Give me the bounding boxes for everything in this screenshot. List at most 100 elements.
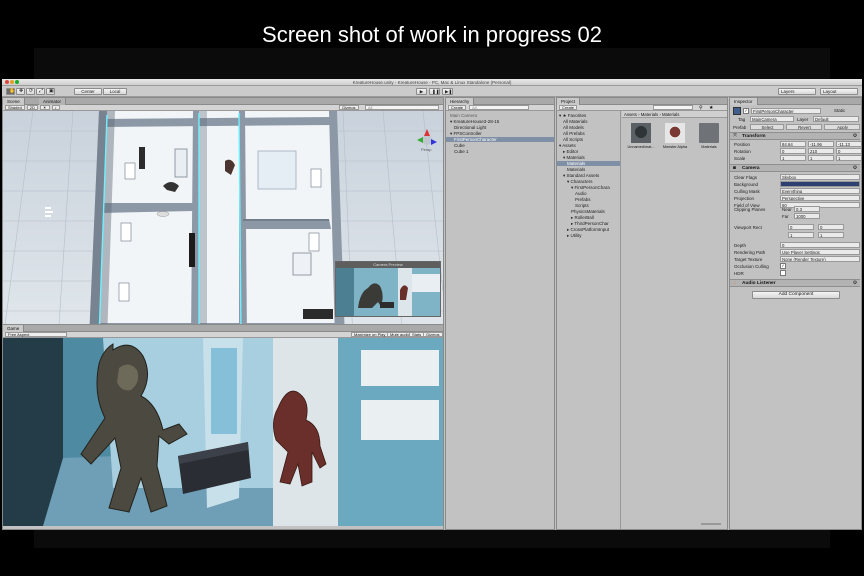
near-field[interactable]: 0.3 (794, 206, 820, 212)
stats-toggle[interactable]: Stats (409, 332, 425, 337)
position-x-field[interactable]: 84.64 (780, 141, 806, 147)
object-name-field[interactable]: FirstPersonCharacter (751, 108, 821, 114)
rotation-z-field[interactable]: 0 (836, 148, 861, 154)
tab-hierarchy[interactable]: Hierarchy (446, 98, 475, 105)
project-tree-item[interactable]: Audio (557, 191, 620, 196)
tab-inspector[interactable]: Inspector (730, 98, 758, 105)
rotate-tool-icon[interactable]: ⟳ (26, 88, 35, 95)
step-button[interactable]: ▶❚ (442, 88, 453, 95)
tab-project[interactable]: Project (557, 98, 581, 105)
rotation-y-field[interactable]: 210 (808, 148, 834, 154)
asset-tile[interactable]: Unnamed/mat... (626, 123, 656, 149)
2d-toggle[interactable]: 2D (26, 105, 38, 110)
project-tree-item[interactable]: Materials (557, 167, 620, 172)
active-checkbox[interactable]: ✓ (743, 108, 749, 114)
scene-orientation-gizmo[interactable] (417, 129, 437, 145)
project-tree-item[interactable]: All Scripts (557, 137, 620, 142)
static-toggle[interactable]: Static (834, 108, 845, 113)
hierarchy-create-dropdown[interactable]: Create (448, 105, 467, 110)
game-gizmos-dropdown[interactable]: Gizmos (423, 332, 443, 337)
scale-x-field[interactable]: 1 (780, 155, 806, 161)
maximize-on-play-toggle[interactable]: Maximize on Play (351, 332, 389, 337)
transform-settings-icon[interactable]: ⚙ (853, 133, 857, 140)
hierarchy-item[interactable]: FirstPersonCharacter (446, 137, 554, 142)
rect-tool-icon[interactable]: ▣ (46, 88, 55, 95)
add-component-button[interactable]: Add Component (752, 291, 840, 299)
project-search-input[interactable] (653, 105, 693, 110)
scale-y-field[interactable]: 1 (808, 155, 834, 161)
hierarchy-item[interactable]: Cube (446, 143, 554, 148)
depth-label: Depth (734, 243, 747, 248)
position-z-field[interactable]: -11.13 (836, 141, 861, 147)
audio-listener-header[interactable]: Audio Listener ♫ ⚙ (730, 279, 860, 287)
hdr-checkbox[interactable] (780, 270, 786, 276)
rotation-x-field[interactable]: 0 (780, 148, 806, 154)
prefab-select-button[interactable]: Select (750, 124, 784, 130)
gizmos-dropdown[interactable]: Gizmos (339, 105, 359, 110)
project-tree-item[interactable]: ▸ Utility (557, 233, 620, 239)
viewport-x-field[interactable]: 0 (788, 224, 814, 230)
project-tree-item[interactable]: All Models (557, 125, 620, 130)
play-button[interactable]: ▶ (416, 88, 427, 95)
prefab-revert-button[interactable]: Revert (786, 124, 822, 130)
project-create-dropdown[interactable]: Create (559, 105, 578, 110)
pause-button[interactable]: ❚❚ (429, 88, 440, 95)
hierarchy-item[interactable]: Cube 1 (446, 149, 554, 154)
asset-label: Unnamed/mat... (627, 145, 655, 149)
viewport-y-field[interactable]: 0 (818, 224, 844, 230)
audio-settings-icon[interactable]: ⚙ (853, 280, 857, 287)
project-tree-item[interactable]: Materials (557, 161, 620, 166)
pivot-local-button[interactable]: Local (103, 88, 127, 95)
thumbnail-size-slider[interactable] (701, 523, 721, 525)
prefab-label: Prefab (733, 125, 747, 130)
layers-dropdown[interactable]: Layers (778, 88, 816, 95)
hierarchy-item[interactable]: Main Camera (446, 113, 554, 118)
game-viewport[interactable] (3, 338, 443, 526)
hierarchy-item[interactable]: Directional Light (446, 125, 554, 130)
audio-toggle-icon[interactable]: ♪ (51, 105, 60, 110)
move-tool-icon[interactable]: ✥ (16, 88, 25, 95)
hand-tool-icon[interactable]: ✋ (6, 88, 15, 95)
target-texture-field[interactable]: None (Render Texture) (780, 256, 860, 262)
project-tree-item[interactable]: All Materials (557, 119, 620, 124)
aspect-dropdown[interactable]: Free Aspect (5, 332, 67, 337)
viewport-h-field[interactable]: 1 (818, 232, 844, 238)
position-y-field[interactable]: -11.96 (808, 141, 834, 147)
layout-dropdown[interactable]: Layout (820, 88, 858, 95)
asset-tile[interactable]: Monster Alpha (660, 123, 690, 149)
scene-viewport[interactable]: Persp Camera Preview (3, 111, 443, 340)
camera-field-value[interactable]: Skybox (780, 174, 860, 180)
camera-header[interactable]: Camera ◙ ⚙ (730, 164, 860, 172)
tag-dropdown[interactable]: MainCamera (750, 116, 794, 122)
camera-field-value[interactable]: 60 (780, 202, 860, 208)
hierarchy-search-input[interactable]: All (469, 105, 530, 110)
rendering-path-dropdown[interactable]: Use Player Settings (780, 249, 860, 255)
shading-dropdown[interactable]: Shaded (5, 105, 25, 110)
viewport-w-field[interactable]: 1 (788, 232, 814, 238)
scale-tool-icon[interactable]: ⤢ (36, 88, 45, 95)
far-field[interactable]: 1000 (794, 213, 820, 219)
light-toggle-icon[interactable]: ☀ (39, 105, 50, 110)
clipping-planes-label: Clipping Planes (734, 207, 766, 212)
prefab-apply-button[interactable]: Apply (824, 124, 860, 130)
tab-game[interactable]: Game (3, 325, 25, 332)
transform-header[interactable]: Transform ⤧ ⚙ (730, 132, 860, 140)
breadcrumb[interactable]: Assets › Materials › Materials (622, 111, 727, 118)
occlusion-culling-checkbox[interactable]: ✓ (780, 263, 786, 269)
scale-z-field[interactable]: 1 (836, 155, 861, 161)
camera-field-value[interactable] (780, 181, 860, 187)
tab-animator[interactable]: Animator (39, 98, 67, 105)
pivot-center-button[interactable]: Center (74, 88, 102, 95)
project-tree-item[interactable]: PhysicsMaterials (557, 209, 620, 214)
camera-field-value[interactable]: Perspective (780, 195, 860, 201)
scene-search-input[interactable]: All (365, 105, 439, 110)
project-tree-item[interactable]: Prefabs (557, 197, 620, 202)
layer-dropdown[interactable]: Default (813, 116, 859, 122)
depth-field[interactable]: 0 (780, 242, 860, 248)
project-tree-item[interactable]: All Prefabs (557, 131, 620, 136)
asset-tile[interactable]: Materials (694, 123, 724, 149)
camera-field-value[interactable]: Everything (780, 188, 860, 194)
camera-settings-icon[interactable]: ⚙ (853, 165, 857, 172)
project-tree-item[interactable]: Scripts (557, 203, 620, 208)
tab-scene[interactable]: Scene (3, 98, 25, 105)
